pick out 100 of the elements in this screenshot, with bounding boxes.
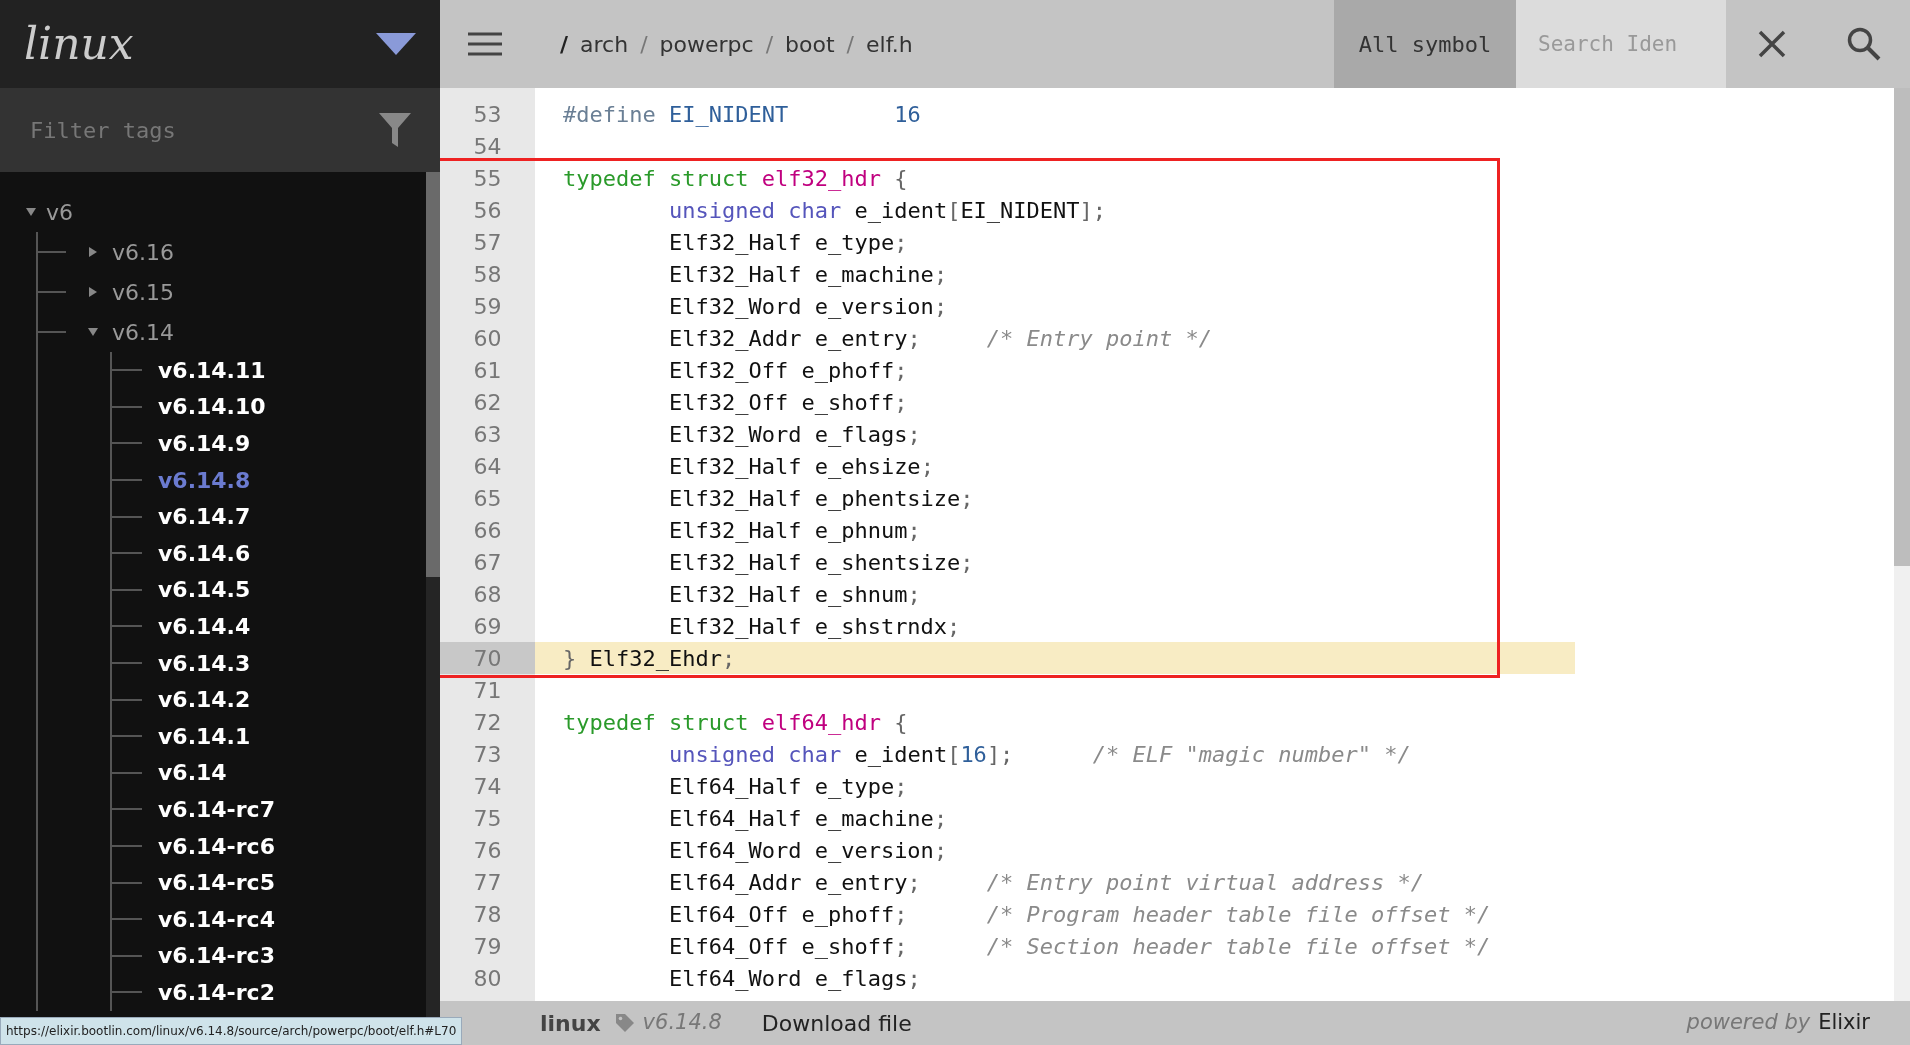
breadcrumb-separator: / [765,30,774,59]
line-number[interactable]: 73 [473,737,502,771]
line-number[interactable]: 71 [473,673,502,707]
code-line: Elf64_Addr e_entry; /* Entry point virtual address */ [667,868,1424,897]
line-number[interactable]: 59 [473,289,502,323]
line-number[interactable]: 53 [473,97,502,131]
code-line: Elf32_Half e_shstrndx; [667,612,961,641]
line-number[interactable]: 69 [473,609,502,643]
code-line: Elf32_Half e_shnum; [667,580,921,609]
version-link[interactable]: v6.14.8 [158,463,251,497]
version-link[interactable]: v6.14-rc7 [158,792,275,826]
line-number[interactable]: 77 [473,865,502,899]
code-line: typedef struct elf32_hdr { [563,164,908,193]
code-line: Elf32_Addr e_entry; /* Entry point */ [667,324,1213,353]
code-line: unsigned char e_ident[EI_NIDENT]; [667,196,1107,225]
breadcrumb-separator: / [560,30,569,59]
code-line: Elf32_Half e_shentsize; [667,548,974,577]
tree-item[interactable]: v6.16 [112,235,174,269]
code-line: Elf32_Half e_type; [667,228,908,257]
tree-item[interactable]: v6.14 [112,315,174,349]
line-number[interactable]: 72 [473,705,502,739]
version-link[interactable]: v6.14.5 [158,573,251,607]
version-link[interactable]: v6.14.4 [158,609,251,643]
dropdown-caret-icon[interactable] [376,33,416,55]
version-link[interactable]: v6.14-rc5 [158,866,275,900]
line-number[interactable]: 63 [473,417,502,451]
filter-field[interactable]: Filter tags [0,88,350,172]
close-icon[interactable] [1758,30,1786,58]
code-line: typedef struct elf64_hdr { [563,708,908,737]
breadcrumb-link[interactable]: powerpc [659,27,754,61]
footer-version: v6.14.8 [642,1009,722,1037]
code-line: Elf32_Half e_ehsize; [667,452,934,481]
breadcrumb-link[interactable]: arch [580,27,629,61]
code-line: Elf32_Half e_machine; [667,260,948,289]
code-line: Elf32_Off e_shoff; [667,388,908,417]
version-link[interactable]: v6.14.11 [158,353,266,387]
line-number[interactable]: 66 [473,513,502,547]
engine-link[interactable]: Elixir [1818,1007,1870,1039]
scrollbar-thumb[interactable] [1894,88,1910,566]
line-number[interactable]: 79 [473,929,502,963]
line-number[interactable]: 65 [473,481,502,515]
powered-by-text: powered by [1686,1009,1811,1037]
filter-button[interactable] [350,88,440,172]
version-link[interactable]: v6.14-rc6 [158,829,275,863]
line-number[interactable]: 60 [473,321,502,355]
version-link[interactable]: v6.14-rc2 [158,975,275,1009]
version-link[interactable]: v6.14.3 [158,646,251,680]
version-link[interactable]: v6.14.10 [158,390,266,424]
version-link[interactable]: v6.14.7 [158,500,251,534]
filter-icon[interactable] [379,113,411,147]
breadcrumb-separator: / [846,30,854,59]
status-url-tooltip: https://elixir.bootlin.com/linux/v6.14.8/source/arch/powerpc/boot/elf.h#L70 [0,1017,463,1045]
expanded-caret-icon[interactable] [88,327,98,337]
code-line: Elf64_Half e_machine; [667,804,948,833]
scrollbar-thumb[interactable] [426,172,440,577]
code-line: Elf32_Off e_phoff; [667,356,908,385]
code-line: #define EI_NIDENT 16 [563,100,921,129]
code-line: Elf64_Word e_version; [667,836,948,865]
download-link[interactable]: Download file [761,1006,912,1040]
line-number[interactable]: 80 [473,961,502,995]
breadcrumb-separator: / [640,30,648,59]
code-line: Elf64_Off e_shoff; /* Section header table file offset */ [667,932,1491,961]
line-number[interactable]: 78 [473,897,502,931]
search-field[interactable]: Search Iden [1516,0,1726,88]
code-line: Elf64_Off e_phoff; /* Program header table file offset */ [667,900,1491,929]
line-number[interactable]: 68 [473,577,502,611]
expanded-caret-icon[interactable] [26,207,36,217]
tree-item[interactable]: v6.15 [112,275,174,309]
code-line: Elf32_Word e_flags; [667,420,921,449]
version-link[interactable]: v6.14-rc4 [158,902,275,936]
version-link[interactable]: v6.14.9 [158,427,251,460]
code-line: Elf64_Word e_flags; [667,964,921,993]
line-number[interactable]: 75 [473,801,502,835]
line-number[interactable]: 64 [473,449,502,483]
symbol-filter-select[interactable]: All symbol [1334,0,1516,88]
breadcrumb-link[interactable]: elf.h [866,27,913,61]
line-number[interactable]: 58 [473,257,502,291]
breadcrumb-link[interactable]: boot [785,27,835,61]
code-line: Elf32_Half e_phnum; [667,516,921,545]
line-number[interactable]: 76 [473,833,502,867]
collapsed-caret-icon[interactable] [88,247,98,257]
line-number[interactable]: 54 [473,129,502,163]
code-line: } Elf32_Ehdr; [563,644,736,673]
version-link[interactable]: v6.14-rc3 [158,939,275,973]
tag-icon [614,1013,635,1033]
version-link[interactable]: v6.14.6 [158,536,251,570]
line-number[interactable]: 74 [473,769,502,803]
line-number[interactable]: 62 [473,385,502,419]
footer-project[interactable]: linux [540,1006,601,1040]
version-link[interactable]: v6.14.2 [158,683,251,717]
version-link[interactable]: v6.14 [158,756,227,790]
line-number[interactable]: 56 [473,193,502,227]
code-line: Elf32_Word e_version; [667,292,948,321]
version-link[interactable]: v6.14.1 [158,719,251,753]
collapsed-caret-icon[interactable] [88,287,98,297]
project-title[interactable]: linux [24,11,134,77]
tree-item[interactable]: v6 [46,195,74,229]
code-line: unsigned char e_ident[16]; /* ELF "magic number" */ [667,740,1411,769]
search-icon[interactable] [1847,27,1881,61]
menu-icon[interactable] [468,32,502,56]
